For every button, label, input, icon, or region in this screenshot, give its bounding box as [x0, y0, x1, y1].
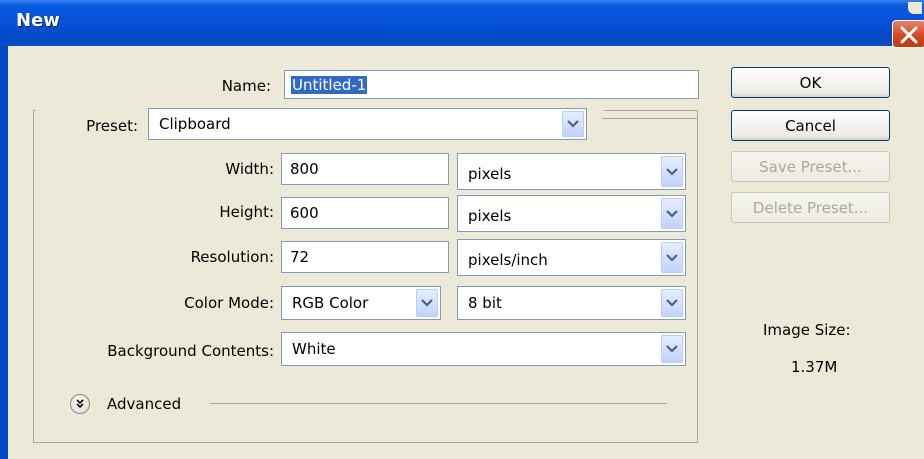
name-field-value: Untitled-1 — [291, 75, 368, 94]
resolution-field-value: 72 — [290, 248, 310, 266]
ok-button-label: OK — [799, 73, 822, 92]
group-top-border — [602, 118, 698, 119]
background-contents-select[interactable]: White — [281, 332, 686, 366]
resolution-unit-select[interactable]: pixels/inch — [457, 239, 686, 276]
height-unit-value: pixels — [468, 207, 512, 225]
chevron-down-icon[interactable] — [661, 335, 683, 363]
preset-select[interactable]: Clipboard — [148, 108, 587, 140]
close-button[interactable] — [892, 20, 924, 48]
resolution-unit-value: pixels/inch — [468, 251, 548, 269]
preset-label: Preset: — [86, 117, 138, 135]
name-field[interactable]: Untitled-1 — [284, 70, 699, 99]
color-mode-label: Color Mode: — [184, 294, 274, 312]
save-preset-button-label: Save Preset... — [759, 157, 862, 176]
advanced-toggle-label[interactable]: Advanced — [107, 395, 181, 413]
delete-preset-button[interactable]: Delete Preset... — [731, 192, 890, 223]
height-unit-select[interactable]: pixels — [457, 195, 686, 232]
chevron-down-icon[interactable] — [661, 289, 683, 317]
window-frame-left — [0, 46, 8, 459]
background-contents-label: Background Contents: — [107, 342, 274, 360]
image-size-value: 1.37M — [791, 358, 838, 376]
name-label: Name: — [221, 77, 271, 95]
color-mode-select[interactable]: RGB Color — [281, 286, 441, 320]
height-label: Height: — [219, 203, 274, 221]
cancel-button-label: Cancel — [785, 116, 836, 135]
chevron-down-icon[interactable] — [661, 198, 683, 229]
ok-button[interactable]: OK — [731, 67, 890, 98]
cancel-button[interactable]: Cancel — [731, 110, 890, 141]
width-label: Width: — [225, 160, 274, 178]
preset-select-value: Clipboard — [159, 115, 231, 133]
width-field[interactable]: 800 — [281, 153, 449, 185]
bit-depth-select[interactable]: 8 bit — [457, 286, 686, 320]
chevron-down-icon[interactable] — [661, 156, 683, 187]
chevron-down-icon[interactable] — [416, 289, 438, 317]
chevron-down-icon[interactable] — [661, 242, 683, 273]
chevron-down-icon[interactable] — [562, 111, 584, 137]
height-field-value: 600 — [290, 204, 319, 222]
resolution-label: Resolution: — [190, 248, 274, 266]
width-unit-select[interactable]: pixels — [457, 153, 686, 190]
bit-depth-value: 8 bit — [468, 294, 502, 312]
background-contents-value: White — [292, 340, 336, 358]
window-title: New — [16, 10, 60, 31]
save-preset-button[interactable]: Save Preset... — [731, 151, 890, 182]
height-field[interactable]: 600 — [281, 197, 449, 229]
close-icon — [900, 26, 918, 44]
window-corner — [908, 2, 922, 14]
title-bar: New — [0, 0, 924, 46]
double-chevron-down-icon[interactable] — [70, 394, 90, 414]
image-size-label: Image Size: — [763, 321, 851, 339]
resolution-field[interactable]: 72 — [281, 241, 449, 273]
width-unit-value: pixels — [468, 165, 512, 183]
width-field-value: 800 — [290, 160, 319, 178]
delete-preset-button-label: Delete Preset... — [752, 198, 869, 217]
advanced-divider — [210, 403, 667, 404]
color-mode-value: RGB Color — [292, 294, 369, 312]
